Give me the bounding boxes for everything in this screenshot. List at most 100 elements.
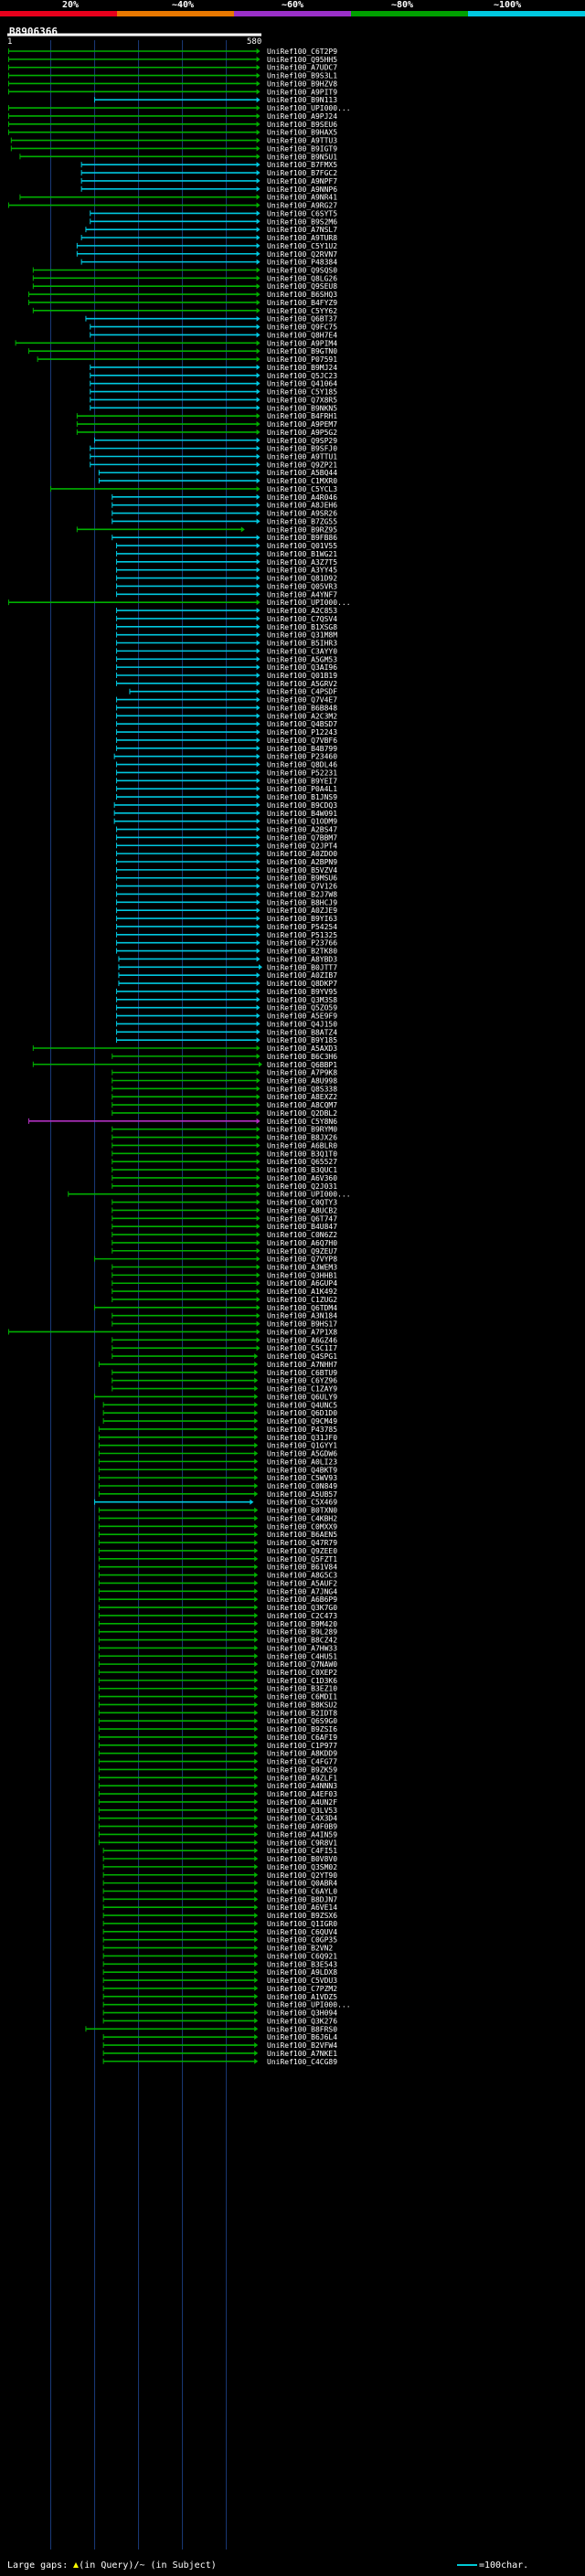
hit-end-arrow	[254, 1442, 259, 1448]
hit-label: UniRef100_Q01V55	[267, 542, 337, 550]
hit-end-arrow	[254, 1775, 259, 1781]
hit-label: UniRef100_B3Q1T0	[267, 1150, 337, 1158]
hit-end-arrow	[256, 948, 261, 954]
hit-end-arrow	[256, 1150, 261, 1157]
hit-label: UniRef100_A9PIT9	[267, 88, 337, 96]
hit-end-arrow	[254, 1945, 259, 1951]
hit-label: UniRef100_UPI000...	[267, 104, 351, 112]
hit-label: UniRef100_C0N6Z2	[267, 1231, 337, 1239]
hit-label: UniRef100_A4UN2F	[267, 1798, 337, 1807]
hit-end-arrow	[254, 1693, 259, 1700]
hit-label: UniRef100_A9NNP6	[267, 186, 337, 194]
hit-end-arrow	[256, 688, 261, 694]
hit-label: UniRef100_B6B848	[267, 704, 337, 712]
hit-end-arrow	[254, 1791, 259, 1797]
hit-label: UniRef100_A5GDW6	[267, 1450, 337, 1458]
hit-label: UniRef100_B7ZG55	[267, 517, 337, 525]
hit-end-arrow	[256, 1239, 261, 1246]
hit-end-arrow	[256, 745, 261, 751]
hit-end-arrow	[254, 1418, 259, 1425]
hit-end-arrow	[256, 64, 261, 70]
hit-end-arrow	[254, 1369, 259, 1375]
hit-label: UniRef100_C2C473	[267, 1612, 337, 1620]
hit-label: UniRef100_C6Q921	[267, 1952, 337, 1960]
hit-end-arrow	[254, 1985, 259, 1991]
hit-end-arrow	[254, 1555, 259, 1562]
hit-end-arrow	[256, 72, 261, 79]
hit-label: UniRef100_C1ZAY9	[267, 1385, 337, 1394]
scale-legend: =100char.	[457, 2560, 528, 2571]
hit-end-arrow	[254, 1572, 259, 1578]
hit-end-arrow	[256, 696, 261, 703]
hit-label: UniRef100_A5BQ44	[267, 469, 337, 477]
hit-end-arrow	[256, 1126, 261, 1132]
hit-label: UniRef100_P12243	[267, 728, 337, 737]
hit-label: UniRef100_Q5FZT1	[267, 1555, 337, 1564]
hit-label: UniRef100_Q65527	[267, 1158, 337, 1166]
hit-end-arrow	[256, 672, 261, 678]
hit-label: UniRef100_Q7BBM7	[267, 833, 337, 842]
hit-end-arrow	[254, 1880, 259, 1886]
hit-end-arrow	[256, 981, 261, 987]
hit-label: UniRef100_Q41064	[267, 380, 337, 388]
hit-end-arrow	[254, 1475, 259, 1481]
hit-end-arrow	[256, 1191, 261, 1197]
gap-legend-text: Large gaps:	[7, 2560, 74, 2571]
hit-end-arrow	[256, 137, 261, 143]
hit-end-arrow	[256, 405, 261, 411]
hit-label: UniRef100_A8G5C3	[267, 1572, 337, 1580]
hit-label: UniRef100_B8ATZ4	[267, 1028, 337, 1036]
hit-label: UniRef100_Q7NAW0	[267, 1660, 337, 1669]
hit-label: UniRef100_A8YBD3	[267, 955, 337, 963]
hit-end-arrow	[254, 1677, 259, 1683]
hit-end-arrow	[256, 186, 261, 192]
hit-end-arrow	[256, 623, 261, 630]
hit-end-arrow	[256, 518, 261, 525]
hit-label: UniRef100_A0ZIB7	[267, 971, 337, 980]
hit-label: UniRef100_C4FG77	[267, 1758, 337, 1766]
hit-end-arrow	[256, 510, 261, 516]
hit-label: UniRef100_A7P1X8	[267, 1328, 337, 1336]
hit-label: UniRef100_C3AYY0	[267, 647, 337, 655]
hit-end-arrow	[256, 1247, 261, 1254]
hit-end-arrow	[254, 2018, 259, 2024]
hit-end-arrow	[254, 1434, 259, 1440]
hit-label: UniRef100_A2BPN9	[267, 858, 337, 866]
hit-end-arrow	[254, 1750, 259, 1756]
hit-label: UniRef100_A4NNN3	[267, 1782, 337, 1790]
hit-label: UniRef100_A2C3M2	[267, 712, 337, 720]
hit-label: UniRef100_A4R046	[267, 493, 337, 502]
hit-end-arrow	[256, 292, 261, 298]
hit-end-arrow	[256, 1345, 261, 1352]
hit-end-arrow	[256, 883, 261, 889]
hit-end-arrow	[256, 599, 261, 606]
hit-end-arrow	[256, 1167, 261, 1173]
hit-end-arrow	[254, 1653, 259, 1659]
query-start: 1	[7, 37, 12, 47]
hit-label: UniRef100_Q7X8R5	[267, 396, 337, 404]
hit-label: UniRef100_Q9SP29	[267, 437, 337, 445]
hit-label: UniRef100_A9TTU3	[267, 137, 337, 145]
hit-end-arrow	[256, 1069, 261, 1076]
hit-end-arrow	[256, 923, 261, 929]
hit-label: UniRef100_C4HU51	[267, 1652, 337, 1660]
hit-end-arrow	[254, 1605, 259, 1611]
hit-label: UniRef100_A4YNF7	[267, 590, 337, 599]
hit-end-arrow	[254, 1394, 259, 1400]
hit-label: UniRef100_Q6ULY9	[267, 1393, 337, 1401]
hit-label: UniRef100_Q3SM02	[267, 1863, 337, 1871]
hit-end-arrow	[250, 1499, 254, 1505]
hit-label: UniRef100_C1P977	[267, 1742, 337, 1750]
hit-end-arrow	[254, 1815, 259, 1821]
hit-end-arrow	[256, 680, 261, 686]
hit-end-arrow	[256, 437, 261, 443]
hit-end-arrow	[256, 1021, 261, 1027]
hit-end-arrow	[256, 721, 261, 727]
hit-end-arrow	[254, 2026, 259, 2032]
hit-end-arrow	[256, 591, 261, 598]
hit-end-arrow	[254, 1523, 259, 1530]
hit-label: UniRef100_Q95HH5	[267, 56, 337, 64]
hit-end-arrow	[254, 1928, 259, 1935]
hit-end-arrow	[256, 713, 261, 719]
hit-label: UniRef100_C4FI51	[267, 1847, 337, 1855]
